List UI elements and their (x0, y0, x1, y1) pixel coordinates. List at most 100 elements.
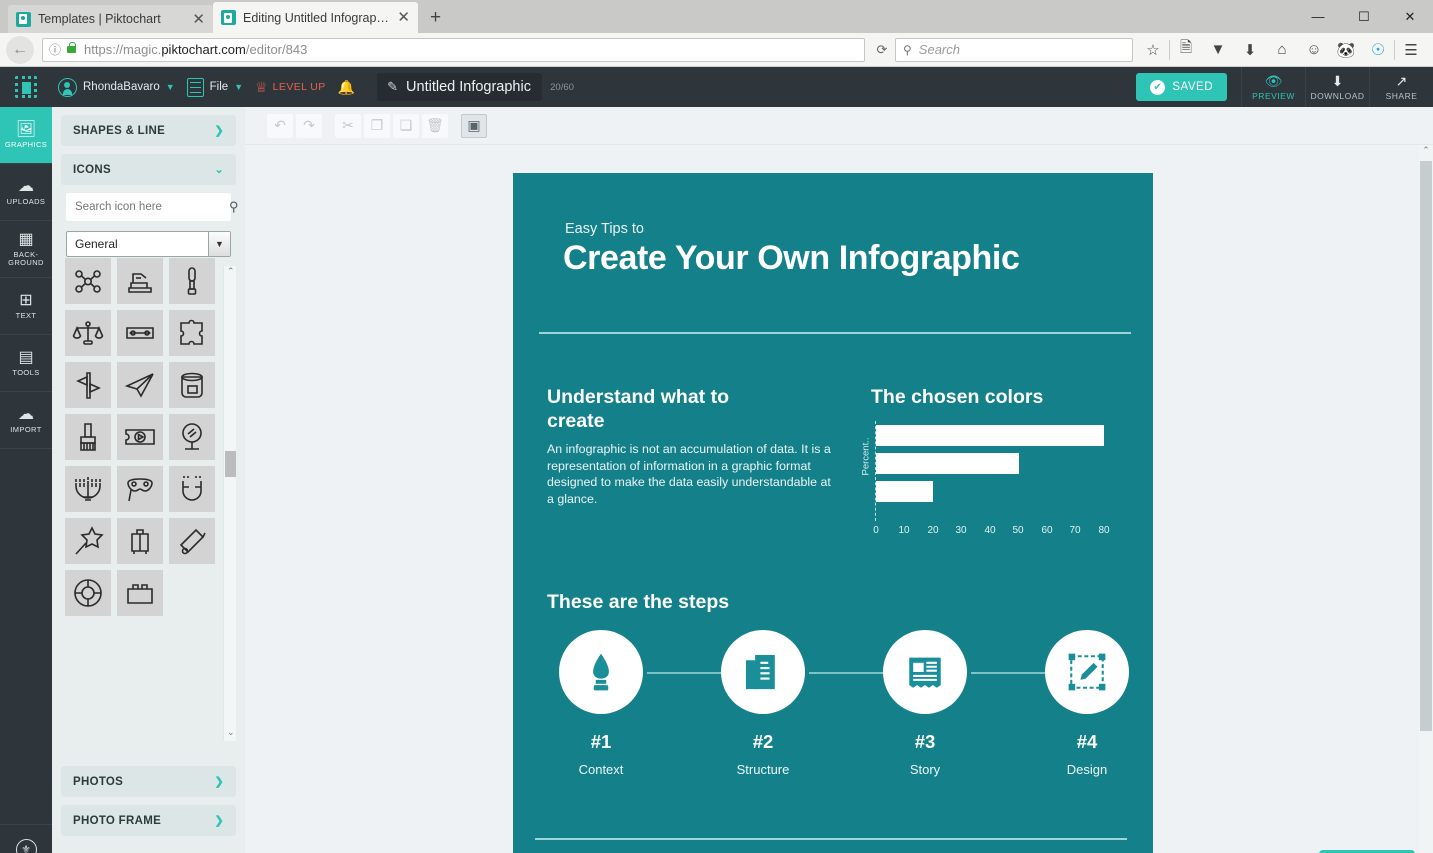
step-item[interactable]: #1 Context (547, 630, 655, 777)
user-menu[interactable]: RhondaBavaro ▼ (52, 67, 181, 107)
signpost-icon: ⚜ (15, 838, 37, 853)
canvas-title[interactable]: Create Your Own Infographic (563, 239, 1020, 278)
paper-plane-icon[interactable] (117, 362, 163, 408)
delete-button[interactable]: 🗑 (422, 113, 448, 138)
copy-button[interactable]: ❐ (364, 113, 390, 138)
magnifier-icon[interactable]: ⚲ (229, 199, 239, 215)
skype-icon[interactable]: ☉ (1362, 40, 1394, 60)
lego-brick-icon[interactable] (117, 570, 163, 616)
section-body-understand[interactable]: An infographic is not an accumulation of… (547, 441, 832, 507)
download-button[interactable]: ⬇ DOWNLOAD (1305, 67, 1369, 107)
saved-button[interactable]: ✔ SAVED (1136, 73, 1227, 101)
menorah-icon[interactable] (65, 466, 111, 512)
close-icon[interactable]: ✕ (192, 12, 205, 27)
chart-title[interactable]: The chosen colors (871, 385, 1043, 409)
paste-button[interactable]: ❑ (393, 113, 419, 138)
smiley-icon[interactable]: ☺ (1298, 41, 1330, 58)
chevron-down-icon[interactable]: ▼ (208, 232, 230, 256)
download-icon[interactable]: ⬇ (1234, 41, 1266, 59)
suitcase-icon[interactable] (169, 518, 215, 564)
lifebuoy-icon[interactable] (65, 570, 111, 616)
drone-icon[interactable] (65, 258, 111, 304)
chart-bar (876, 453, 1019, 474)
undo-button[interactable]: ↶ (267, 113, 293, 138)
section-heading-understand[interactable]: Understand what to create (547, 385, 767, 433)
pocket-icon[interactable]: ▼ (1202, 41, 1234, 58)
sidebar-item-import[interactable]: ☁ IMPORT (0, 392, 52, 449)
razor-blade-icon[interactable] (117, 310, 163, 356)
address-bar[interactable]: ⓘ https://magic.piktochart.com/editor/84… (42, 37, 865, 62)
reload-icon[interactable]: ⟳ (869, 42, 895, 58)
signpost-icon[interactable] (65, 362, 111, 408)
info-icon[interactable]: ⓘ (49, 41, 61, 58)
browser-search-input[interactable]: ⚲ Search (895, 37, 1133, 62)
new-tab-button[interactable]: + (418, 7, 453, 33)
close-icon[interactable]: ✕ (397, 10, 410, 25)
bar-chart[interactable]: Percent.. 0 10 20 30 40 50 60 70 80 (861, 421, 1113, 541)
canvas-button[interactable]: ▣ (461, 113, 487, 138)
share-button[interactable]: ↗ SHARE (1369, 67, 1433, 107)
canvas-eyebrow[interactable]: Easy Tips to (565, 221, 644, 237)
minimize-icon[interactable]: — (1295, 9, 1341, 24)
masquerade-mask-icon[interactable] (117, 466, 163, 512)
sewing-machine-icon[interactable] (117, 258, 163, 304)
panel-scrollbar[interactable]: ⌃ ⌄ (223, 266, 237, 741)
panel-section-shapes-line[interactable]: SHAPES & LINE ❯ (61, 115, 236, 146)
sidebar-item-background[interactable]: ▦ BACK-GROUND (0, 221, 52, 278)
level-up-button[interactable]: ♕ LEVEL UP 🔔 (249, 67, 361, 107)
document-title-field[interactable]: ✎ Untitled Infographic (377, 73, 543, 101)
preview-button[interactable]: 👁 PREVIEW (1241, 67, 1305, 107)
star-icon[interactable]: ☆ (1137, 41, 1169, 59)
piktochart-icon (16, 11, 31, 27)
step-circle (721, 630, 805, 714)
tab-title: Templates | Piktochart (38, 12, 161, 26)
piktochart-logo[interactable] (0, 67, 52, 107)
browser-tab[interactable]: Templates | Piktochart ✕ (8, 5, 213, 33)
section-heading-steps[interactable]: These are the steps (547, 591, 729, 614)
icon-category-select[interactable]: General ▼ (66, 231, 231, 257)
step-item[interactable]: #3 Story (871, 630, 979, 777)
panel-section-photo-frame[interactable]: PHOTO FRAME ❯ (61, 805, 236, 836)
magnet-icon[interactable] (169, 466, 215, 512)
back-icon[interactable]: ← (6, 35, 34, 64)
icon-search-field[interactable]: ⚲ (66, 193, 239, 221)
close-window-icon[interactable]: ✕ (1387, 9, 1433, 25)
paint-brush-icon[interactable] (65, 414, 111, 460)
sidebar-item-tour[interactable]: ⚜ TOUR (0, 824, 52, 853)
editor-scrollbar[interactable]: ⌃ ⌄ (1419, 145, 1433, 853)
evernote-icon[interactable]: 🐼 (1330, 41, 1362, 59)
menu-icon[interactable]: ☰ (1395, 41, 1427, 59)
redo-button[interactable]: ↷ (296, 113, 322, 138)
bell-icon[interactable]: 🔔 (338, 79, 355, 96)
browser-tab-active[interactable]: Editing Untitled Infograph... ✕ (213, 2, 418, 33)
maximize-icon[interactable]: ☐ (1341, 9, 1387, 25)
puzzle-piece-icon[interactable] (169, 310, 215, 356)
luggage-icon[interactable] (117, 518, 163, 564)
file-menu[interactable]: File ▼ (181, 67, 249, 107)
panel-section-photos[interactable]: PHOTOS ❯ (61, 766, 236, 797)
pencil-icon: ✎ (387, 79, 399, 94)
scrollbar-thumb[interactable] (225, 451, 237, 477)
scroll-up-icon[interactable]: ⌃ (224, 266, 237, 280)
search-input[interactable] (75, 201, 229, 213)
magic-wand-icon[interactable] (65, 518, 111, 564)
mirror-icon[interactable] (169, 414, 215, 460)
cut-button[interactable]: ✂ (335, 113, 361, 138)
panel-section-icons[interactable]: ICONS ⌄ (61, 154, 236, 185)
film-ticket-icon[interactable] (117, 414, 163, 460)
sidebar-item-text[interactable]: ⊞ TEXT (0, 278, 52, 335)
home-icon[interactable]: ⌂ (1266, 41, 1298, 58)
scrollbar-thumb[interactable] (1420, 161, 1432, 731)
sidebar-item-tools[interactable]: ▤ TOOLS (0, 335, 52, 392)
sidebar-item-uploads[interactable]: ☁ UPLOADS (0, 164, 52, 221)
scroll-up-icon[interactable]: ⌃ (1419, 145, 1433, 160)
paint-bucket-icon[interactable] (169, 362, 215, 408)
screwdriver-icon[interactable] (169, 258, 215, 304)
scales-icon[interactable] (65, 310, 111, 356)
step-item[interactable]: #2 Structure (709, 630, 817, 777)
library-icon[interactable]: 🗎 (1170, 37, 1202, 62)
scroll-down-icon[interactable]: ⌄ (224, 727, 237, 741)
infographic-canvas[interactable]: Easy Tips to Create Your Own Infographic… (513, 173, 1153, 853)
sidebar-item-graphics[interactable]: 🖼 GRAPHICS (0, 107, 57, 164)
step-item[interactable]: #4 Design (1033, 630, 1141, 777)
